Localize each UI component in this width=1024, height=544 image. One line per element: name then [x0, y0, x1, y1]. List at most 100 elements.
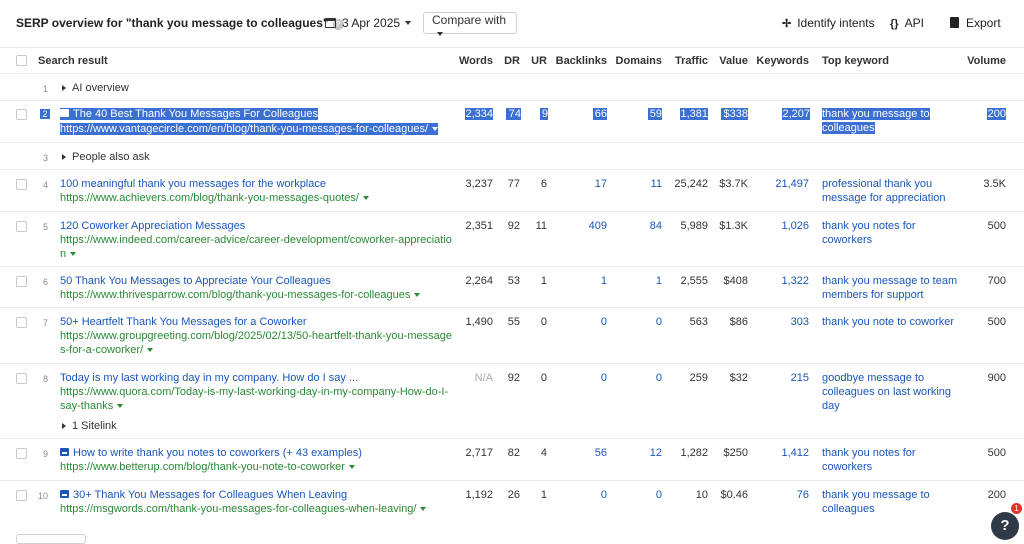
dropdown-arrow-icon[interactable] — [147, 348, 154, 352]
domains-value[interactable]: 0 — [612, 489, 662, 501]
domains-value[interactable]: 0 — [612, 372, 662, 384]
top-keyword-line2[interactable]: colleagues — [822, 503, 875, 515]
top-keyword-line2[interactable]: colleagues — [822, 122, 875, 134]
keywords-value[interactable]: 2,207 — [782, 108, 810, 120]
table-row[interactable]: 2 The 40 Best Thank You Messages For Col… — [0, 100, 1024, 143]
keywords-value[interactable]: 1,026 — [755, 220, 809, 232]
domains-value[interactable]: 12 — [612, 447, 662, 459]
result-url[interactable]: https://www.achievers.com/blog/thank-you… — [60, 192, 369, 204]
result-url-line1[interactable]: https://www.indeed.com/career-advice/car… — [60, 234, 452, 246]
keywords-value[interactable]: 1,322 — [755, 275, 809, 287]
top-keyword-line2[interactable]: members for support — [822, 289, 923, 301]
col-domains[interactable]: Domains — [612, 55, 662, 67]
dropdown-arrow-icon[interactable] — [348, 465, 355, 469]
result-url[interactable]: https://www.betterup.com/blog/thank-you-… — [60, 461, 355, 473]
top-keyword-line1[interactable]: professional thank you — [822, 178, 932, 190]
result-title-link[interactable]: Today is my last working day in my compa… — [60, 372, 358, 384]
top-keyword-line3[interactable]: day — [822, 400, 840, 412]
ai-overview-toggle[interactable]: AI overview — [62, 82, 129, 94]
table-row[interactable]: 9 How to write thank you notes to cowork… — [0, 438, 1024, 481]
load-more-button[interactable] — [16, 534, 86, 544]
col-backlinks[interactable]: Backlinks — [553, 55, 607, 67]
col-ur[interactable]: UR — [525, 55, 547, 67]
dropdown-arrow-icon[interactable] — [420, 507, 427, 511]
row-checkbox[interactable] — [16, 221, 27, 232]
dropdown-arrow-icon[interactable] — [70, 252, 77, 256]
keywords-value[interactable]: 215 — [755, 372, 809, 384]
backlinks-value[interactable]: 0 — [553, 372, 607, 384]
result-url-line1[interactable]: https://www.quora.com/Today-is-my-last-w… — [60, 386, 448, 398]
top-keyword-line1[interactable]: thank you note to coworker — [822, 316, 954, 328]
domains-value[interactable]: 1 — [612, 275, 662, 287]
row-checkbox[interactable] — [16, 490, 27, 501]
result-url[interactable]: https://msgwords.com/thank-you-messages-… — [60, 503, 427, 515]
dropdown-arrow-icon[interactable] — [432, 127, 439, 131]
result-title-link[interactable]: 50+ Heartfelt Thank You Messages for a C… — [60, 316, 307, 328]
top-keyword-line1[interactable]: thank you message to — [822, 108, 930, 120]
select-all-checkbox[interactable] — [16, 55, 27, 66]
result-url-line2[interactable]: s-for-a-coworker/ — [60, 344, 154, 356]
backlinks-value[interactable]: 0 — [553, 316, 607, 328]
sitelink-toggle[interactable]: 1 Sitelink — [62, 420, 117, 432]
api-button[interactable]: {} API — [890, 16, 924, 30]
domains-value[interactable]: 59 — [648, 108, 662, 120]
dropdown-arrow-icon[interactable] — [362, 196, 369, 200]
keywords-value[interactable]: 1,412 — [755, 447, 809, 459]
result-title-link[interactable]: The 40 Best Thank You Messages For Colle… — [60, 108, 319, 120]
col-value[interactable]: Value — [712, 55, 748, 67]
table-row[interactable]: 7 50+ Heartfelt Thank You Messages for a… — [0, 307, 1024, 364]
top-keyword-line1[interactable]: goodbye message to — [822, 372, 924, 384]
col-search-result[interactable]: Search result — [38, 55, 108, 67]
col-keywords[interactable]: Keywords — [755, 55, 809, 67]
top-keyword-line1[interactable]: thank you notes for — [822, 447, 916, 459]
top-keyword-line2[interactable]: coworkers — [822, 461, 872, 473]
result-url-line1[interactable]: https://www.groupgreeting.com/blog/2025/… — [60, 330, 452, 342]
table-row[interactable]: 6 50 Thank You Messages to Appreciate Yo… — [0, 266, 1024, 308]
table-row[interactable]: 5 120 Coworker Appreciation Messages htt… — [0, 211, 1024, 267]
col-words[interactable]: Words — [453, 55, 493, 67]
result-title-link[interactable]: 120 Coworker Appreciation Messages — [60, 220, 245, 232]
table-row[interactable]: 8 Today is my last working day in my com… — [0, 363, 1024, 439]
result-title-link[interactable]: How to write thank you notes to coworker… — [60, 447, 362, 459]
result-url-line2[interactable]: n — [60, 248, 77, 260]
domains-value[interactable]: 84 — [612, 220, 662, 232]
compare-with-button[interactable]: Compare with — [423, 12, 517, 36]
people-also-ask-toggle[interactable]: People also ask — [62, 151, 150, 163]
date-selector[interactable]: 3 Apr 2025 — [325, 16, 412, 30]
help-chat-button[interactable]: ? — [991, 512, 1019, 540]
col-volume[interactable]: Volume — [960, 55, 1006, 67]
table-row[interactable]: 4 100 meaningful thank you messages for … — [0, 169, 1024, 212]
keywords-value[interactable]: 303 — [755, 316, 809, 328]
row-checkbox[interactable] — [16, 276, 27, 287]
result-title-link[interactable]: 100 meaningful thank you messages for th… — [60, 178, 326, 190]
table-row[interactable]: 10 30+ Thank You Messages for Colleagues… — [0, 480, 1024, 523]
result-title-link[interactable]: 30+ Thank You Messages for Colleagues Wh… — [60, 489, 347, 501]
top-keyword-line2[interactable]: colleagues on last working — [822, 386, 951, 398]
row-checkbox[interactable] — [16, 448, 27, 459]
keywords-value[interactable]: 21,497 — [755, 178, 809, 190]
domains-value[interactable]: 0 — [612, 316, 662, 328]
row-checkbox[interactable] — [16, 179, 27, 190]
col-traffic[interactable]: Traffic — [668, 55, 708, 67]
dropdown-arrow-icon[interactable] — [117, 404, 124, 408]
result-url[interactable]: https://www.vantagecircle.com/en/blog/th… — [60, 123, 439, 135]
row-checkbox[interactable] — [16, 109, 27, 120]
top-keyword-line1[interactable]: thank you notes for — [822, 220, 916, 232]
dropdown-arrow-icon[interactable] — [414, 293, 421, 297]
backlinks-value[interactable]: 1 — [553, 275, 607, 287]
col-top-keyword[interactable]: Top keyword — [822, 55, 889, 67]
col-dr[interactable]: DR — [498, 55, 520, 67]
top-keyword-line2[interactable]: message for appreciation — [822, 192, 946, 204]
keywords-value[interactable]: 76 — [755, 489, 809, 501]
top-keyword-line2[interactable]: coworkers — [822, 234, 872, 246]
backlinks-value[interactable]: 0 — [553, 489, 607, 501]
top-keyword-line1[interactable]: thank you message to team — [822, 275, 957, 287]
top-keyword-line1[interactable]: thank you message to — [822, 489, 930, 501]
backlinks-value[interactable]: 409 — [553, 220, 607, 232]
identify-intents-button[interactable]: ✢ Identify intents — [782, 16, 875, 30]
backlinks-value[interactable]: 66 — [593, 108, 607, 120]
row-checkbox[interactable] — [16, 373, 27, 384]
result-url-line2[interactable]: say-thanks — [60, 400, 124, 412]
export-button[interactable]: Export — [950, 16, 1001, 30]
result-url[interactable]: https://www.thrivesparrow.com/blog/thank… — [60, 289, 421, 301]
